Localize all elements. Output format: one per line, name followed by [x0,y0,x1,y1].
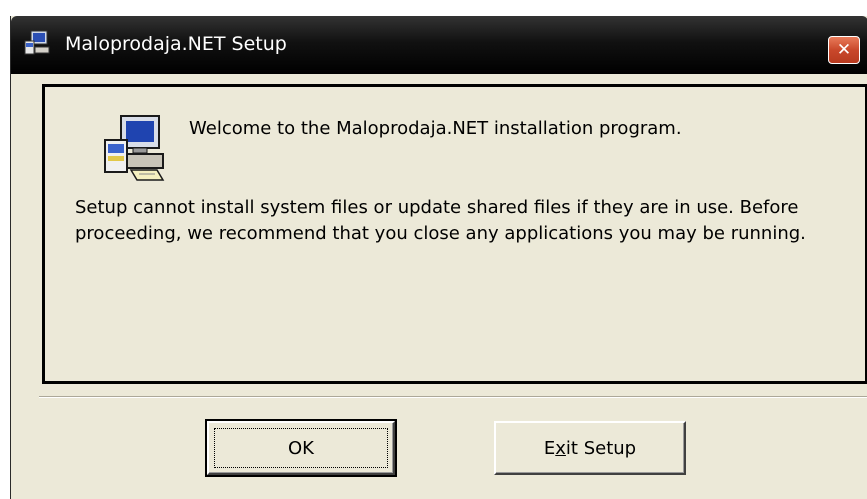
exit-label-start: E [543,437,556,459]
exit-setup-button[interactable]: Exit Setup [494,421,686,475]
warning-text: Setup cannot install system files or upd… [75,197,806,244]
message-panel: Welcome to the Maloprodaja.NET installat… [42,84,867,384]
exit-setup-label: Exit Setup [544,438,636,459]
setup-dialog: Maloprodaja.NET Setup ✕ Welcome to the M… [10,16,867,499]
welcome-text: Welcome to the Maloprodaja.NET installat… [189,118,682,139]
close-icon: ✕ [836,40,852,60]
exit-label-mnemonic: x [555,437,566,459]
focus-rectangle [214,428,388,468]
close-button[interactable]: ✕ [828,36,860,64]
exit-label-end: it Setup [565,437,637,459]
ok-button[interactable]: OK [205,419,397,477]
separator [39,396,867,398]
setup-computer-icon [104,115,165,181]
window-title: Maloprodaja.NET Setup [65,33,287,55]
title-bar[interactable]: Maloprodaja.NET Setup ✕ [11,16,867,74]
setup-computer-icon [24,30,50,55]
